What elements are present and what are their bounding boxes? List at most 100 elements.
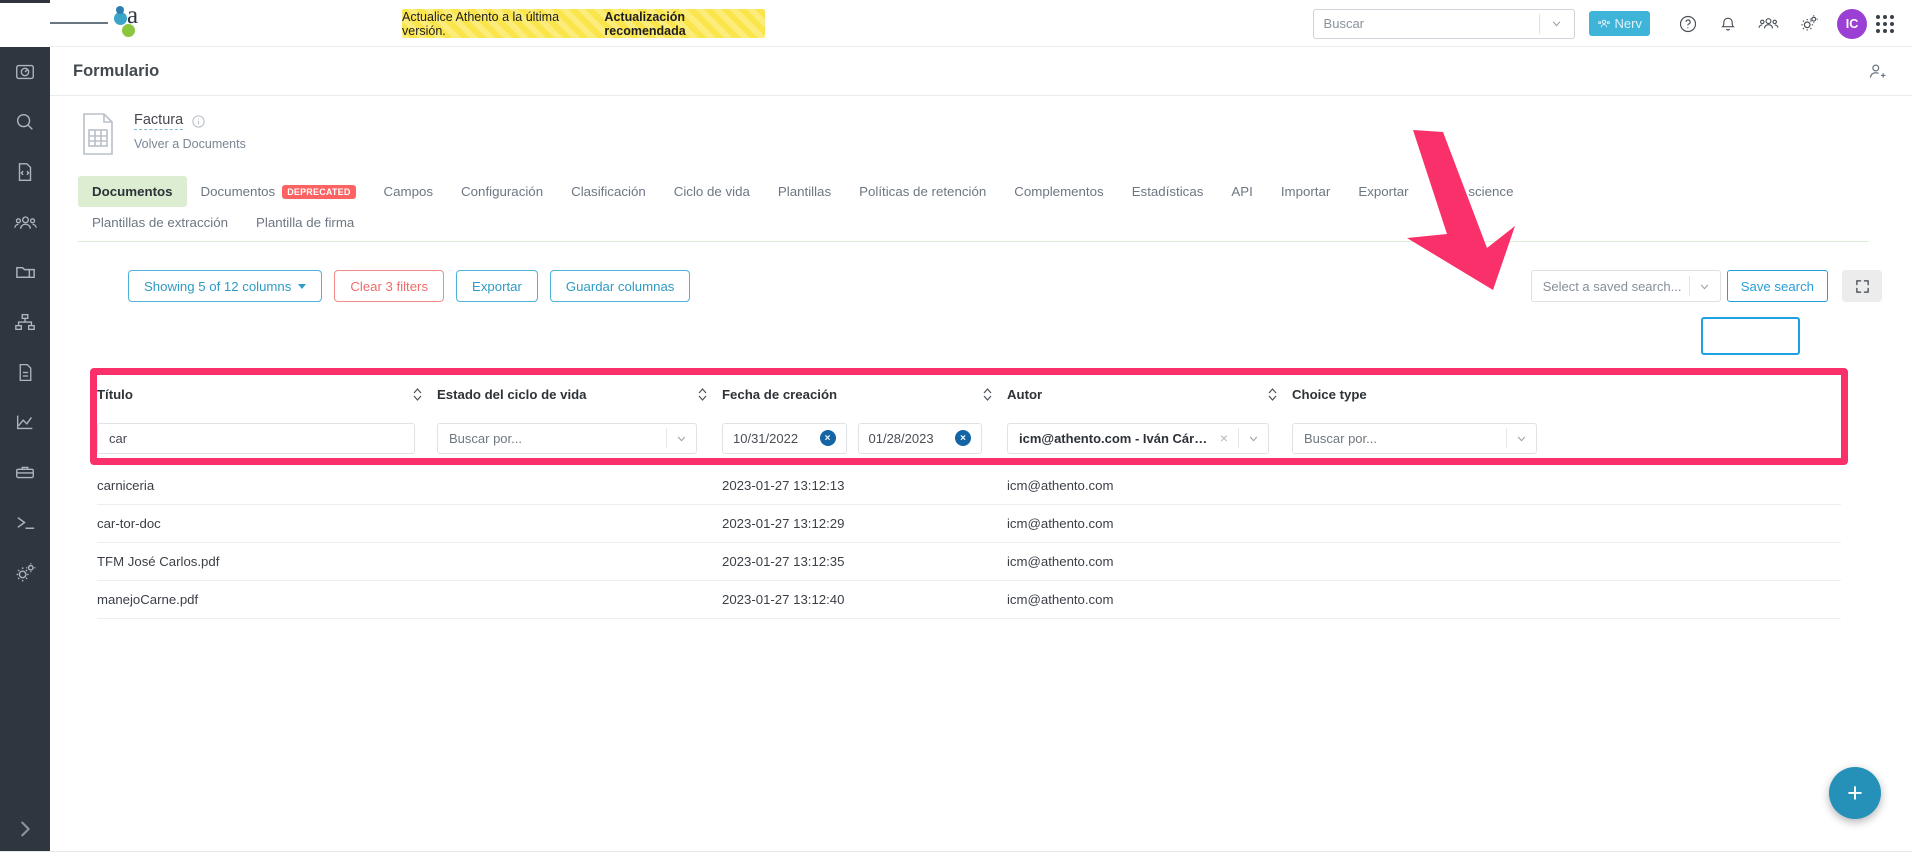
- dropdown-toggle[interactable]: [667, 432, 696, 445]
- back-to-documents-link[interactable]: Volver a Documents: [134, 137, 246, 151]
- sort-icon[interactable]: [1267, 387, 1278, 402]
- sidebar-item-folders[interactable]: [0, 247, 50, 297]
- update-alert-banner: Actualice Athento a la última versión. A…: [402, 9, 765, 38]
- tab-plantilla-de-firma[interactable]: Plantilla de firma: [242, 207, 368, 238]
- cell-titulo: TFM José Carlos.pdf: [97, 554, 437, 569]
- column-header-label: Autor: [1007, 387, 1267, 402]
- tab-label: Data science: [1437, 184, 1514, 199]
- sidebar-item-hierarchy[interactable]: [0, 297, 50, 347]
- sidebar-item-dashboard[interactable]: [0, 47, 50, 97]
- column-header-label: Fecha de creación: [722, 387, 982, 402]
- grid-menu-icon[interactable]: [1876, 15, 1894, 33]
- search-dropdown-toggle[interactable]: [1540, 17, 1574, 30]
- sidebar-item-terminal[interactable]: [0, 497, 50, 547]
- sort-icon[interactable]: [982, 387, 993, 402]
- tabs-section: DocumentosDocumentosDEPRECATEDCamposConf…: [50, 176, 1912, 242]
- search-input[interactable]: [1314, 10, 1539, 38]
- table-row[interactable]: TFM José Carlos.pdf 2023-01-27 13:12:35ic…: [97, 543, 1841, 581]
- settings-gears-icon: [14, 561, 37, 584]
- filter-autor-select[interactable]: icm@athento.com - Iván Cárd...×: [1007, 423, 1269, 454]
- clear-filters-button[interactable]: Clear 3 filters: [334, 270, 444, 302]
- avatar[interactable]: IC: [1837, 9, 1867, 39]
- tab-documentos[interactable]: Documentos: [78, 176, 187, 207]
- tab-plantillas[interactable]: Plantillas: [764, 176, 845, 207]
- bell-icon: [1718, 14, 1738, 34]
- tab-documentos[interactable]: DocumentosDEPRECATED: [187, 176, 370, 207]
- settings-button[interactable]: [1788, 0, 1828, 47]
- sidebar-item-users[interactable]: [0, 197, 50, 247]
- sidebar-collapse-toggle[interactable]: [0, 809, 50, 849]
- tab-exportar[interactable]: Exportar: [1344, 176, 1422, 207]
- column-header-fecha[interactable]: Fecha de creación: [722, 387, 1007, 402]
- toolbox-icon: [14, 461, 36, 483]
- document-name[interactable]: Factura: [134, 112, 183, 130]
- filter-choice-select[interactable]: Buscar por...: [1292, 423, 1537, 454]
- create-document-fab[interactable]: +: [1829, 767, 1881, 819]
- column-header-titulo[interactable]: Título: [97, 387, 437, 402]
- cell-autor: icm@athento.com: [1007, 516, 1292, 531]
- page-header: Formulario: [50, 47, 1912, 96]
- column-header-label: Título: [97, 387, 412, 402]
- clear-icon[interactable]: ×: [1210, 430, 1238, 446]
- sidebar-item-chart[interactable]: [0, 397, 50, 447]
- export-button[interactable]: Exportar: [456, 270, 538, 302]
- filter-fecha-to[interactable]: 01/28/2023×: [858, 423, 983, 454]
- tab-configuraci-n[interactable]: Configuración: [447, 176, 557, 207]
- clear-icon[interactable]: ×: [820, 430, 836, 446]
- team-button[interactable]: [1748, 0, 1788, 47]
- hamburger-menu-icon[interactable]: [50, 0, 108, 47]
- filter-cell-autor: icm@athento.com - Iván Cárd...×: [1007, 423, 1292, 454]
- table-row[interactable]: manejoCarne.pdf2023-01-27 13:12:40icm@at…: [97, 581, 1841, 619]
- filter-titulo-input[interactable]: [98, 424, 414, 453]
- tabs-underline: [78, 241, 1868, 242]
- sidebar-item-search[interactable]: [0, 97, 50, 147]
- help-button[interactable]: [1668, 0, 1708, 47]
- clear-icon[interactable]: ×: [955, 430, 971, 446]
- tab-clasificaci-n[interactable]: Clasificación: [557, 176, 660, 207]
- info-icon[interactable]: [191, 114, 206, 129]
- tab-complementos[interactable]: Complementos: [1000, 176, 1117, 207]
- tab-campos[interactable]: Campos: [370, 176, 448, 207]
- tab-label: Clasificación: [571, 184, 646, 199]
- table-row[interactable]: car-tor-doc2023-01-27 13:12:29icm@athent…: [97, 505, 1841, 543]
- filter-titulo-input-wrap[interactable]: [97, 423, 415, 454]
- sort-icon[interactable]: [412, 387, 423, 402]
- columns-selector-button[interactable]: Showing 5 of 12 columns: [128, 270, 322, 302]
- tab-plantillas-de-extracci-n[interactable]: Plantillas de extracción: [78, 207, 242, 238]
- tab-data-science[interactable]: Data science: [1423, 176, 1528, 207]
- save-columns-button[interactable]: Guardar columnas: [550, 270, 690, 302]
- sidebar-item-toolbox[interactable]: [0, 447, 50, 497]
- save-search-button[interactable]: Save search: [1727, 270, 1828, 302]
- tab-label: Plantillas de extracción: [92, 215, 228, 230]
- column-header-estado[interactable]: Estado del ciclo de vida: [437, 387, 722, 402]
- alert-bold-text: Actualización recomendada: [604, 10, 765, 38]
- nerv-button[interactable]: Nerv: [1589, 11, 1650, 36]
- code-document-icon: [14, 161, 36, 183]
- column-header-choice[interactable]: Choice type: [1292, 387, 1577, 402]
- cell-fecha: 2023-01-27 13:12:35: [722, 554, 1007, 569]
- notifications-button[interactable]: [1708, 0, 1748, 47]
- saved-search-dropdown-toggle[interactable]: [1690, 280, 1720, 293]
- tab-pol-ticas-de-retenci-n[interactable]: Políticas de retención: [845, 176, 1000, 207]
- column-header-autor[interactable]: Autor: [1007, 387, 1292, 402]
- tab-ciclo-de-vida[interactable]: Ciclo de vida: [660, 176, 764, 207]
- sort-icon[interactable]: [697, 387, 708, 402]
- document-type-icon: [78, 112, 118, 156]
- table-row[interactable]: carniceria2023-01-27 13:12:13icm@athento…: [97, 467, 1841, 505]
- tab-api[interactable]: API: [1217, 176, 1266, 207]
- dropdown-toggle[interactable]: [1507, 432, 1536, 445]
- global-search[interactable]: [1313, 9, 1575, 39]
- sidebar-item-document[interactable]: [0, 347, 50, 397]
- table-filter-row: Buscar por... 10/31/2022× 01/28/2023× icm@a…: [97, 413, 1841, 463]
- sidebar-item-settings[interactable]: [0, 547, 50, 597]
- manage-permissions-button[interactable]: [1867, 61, 1888, 87]
- cell-autor: icm@athento.com: [1007, 554, 1292, 569]
- filter-estado-select[interactable]: Buscar por...: [437, 423, 697, 454]
- fullscreen-button[interactable]: [1842, 270, 1882, 302]
- tab-importar[interactable]: Importar: [1267, 176, 1345, 207]
- sidebar-item-code-document[interactable]: [0, 147, 50, 197]
- dropdown-toggle[interactable]: [1239, 432, 1268, 445]
- tab-estad-sticas[interactable]: Estadísticas: [1118, 176, 1218, 207]
- saved-search-select[interactable]: Select a saved search...: [1531, 270, 1721, 302]
- filter-fecha-from[interactable]: 10/31/2022×: [722, 423, 847, 454]
